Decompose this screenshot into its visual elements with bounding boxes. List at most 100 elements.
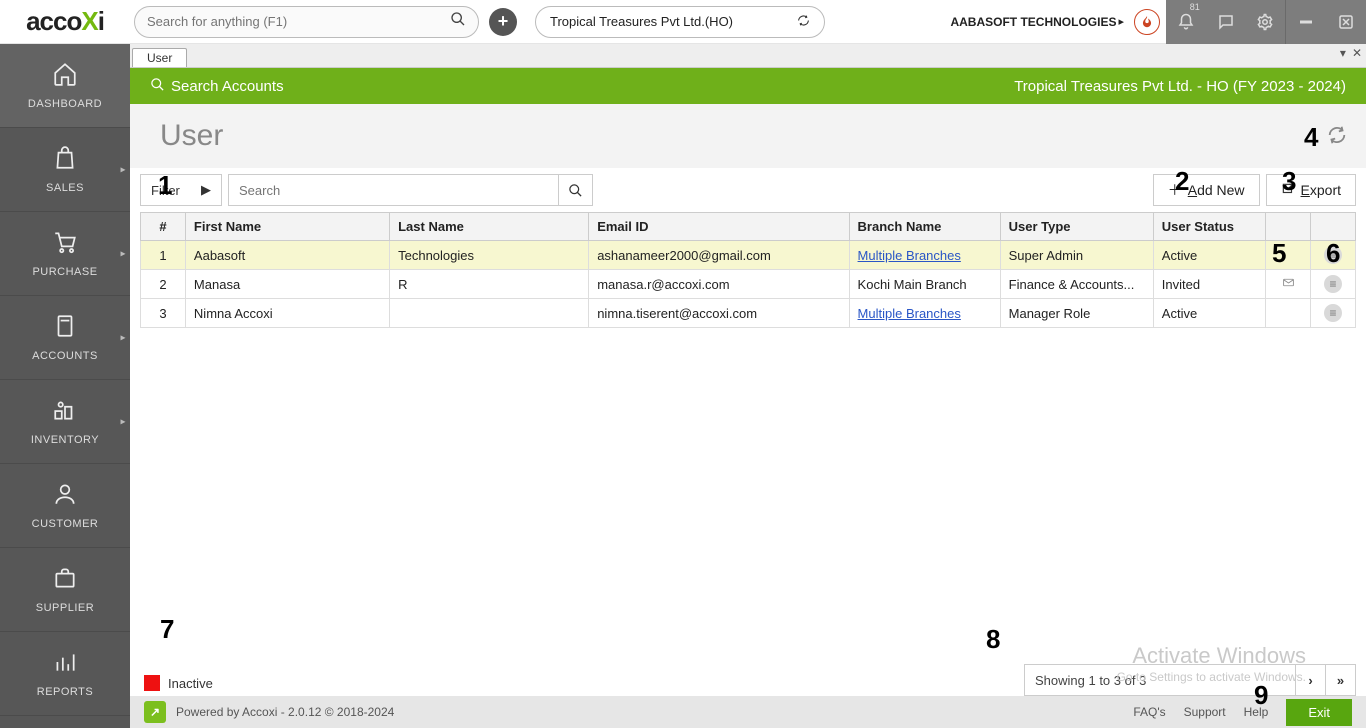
pager: Showing 1 to 3 of 3 › »: [1024, 664, 1356, 696]
branch-link[interactable]: Multiple Branches: [858, 248, 961, 263]
cell-status: Active: [1153, 241, 1265, 270]
cell-mail: [1266, 241, 1311, 270]
home-icon: [52, 61, 78, 94]
cell-index: 2: [141, 270, 186, 299]
filter-dropdown[interactable]: Filter ▶: [140, 174, 222, 206]
cell-mail: [1266, 270, 1311, 299]
statusbar: ↗ Powered by Accoxi - 2.0.12 © 2018-2024…: [130, 696, 1366, 728]
col-firstname[interactable]: First Name: [185, 213, 389, 241]
cell-index: 3: [141, 299, 186, 328]
help-link[interactable]: Help: [1244, 705, 1269, 719]
main-panel: User ▾ ✕ Search Accounts Tropical Treasu…: [130, 44, 1366, 728]
global-search-input[interactable]: [147, 14, 450, 29]
nav-customer[interactable]: CUSTOMER: [0, 464, 130, 548]
col-email[interactable]: Email ID: [589, 213, 849, 241]
table-search-input[interactable]: [229, 183, 558, 198]
context-label: Tropical Treasures Pvt Ltd. - HO (FY 202…: [1014, 78, 1346, 95]
nav-dashboard[interactable]: DASHBOARD: [0, 44, 130, 128]
tab-user[interactable]: User: [132, 48, 187, 67]
cell-status: Invited: [1153, 270, 1265, 299]
legend-label: Inactive: [168, 676, 213, 691]
page-title: User: [160, 119, 223, 153]
exit-button[interactable]: Exit: [1286, 699, 1352, 726]
brand-badge-icon: ↗: [144, 701, 166, 723]
pager-next-button[interactable]: ›: [1295, 665, 1325, 695]
faqs-link[interactable]: FAQ's: [1133, 705, 1165, 719]
search-icon[interactable]: [450, 11, 466, 32]
company-selector[interactable]: Tropical Treasures Pvt Ltd.(HO): [535, 6, 825, 38]
global-search[interactable]: [134, 6, 479, 38]
cell-mail: [1266, 299, 1311, 328]
pager-last-button[interactable]: »: [1325, 665, 1355, 695]
inventory-icon: [52, 397, 78, 430]
cell-status: Active: [1153, 299, 1265, 328]
table-row[interactable]: 3Nimna Accoxinimna.tiserent@accoxi.comMu…: [141, 299, 1356, 328]
cart-icon: [52, 229, 78, 262]
add-new-button[interactable]: ＋ Add New: [1153, 174, 1260, 206]
cell-usertype: Manager Role: [1000, 299, 1153, 328]
cell-actions: ≡: [1311, 241, 1356, 270]
chevron-right-icon: ▸: [120, 332, 126, 343]
row-menu-icon[interactable]: ≡: [1324, 275, 1342, 293]
export-icon: [1281, 182, 1295, 199]
bag-icon: [52, 145, 78, 178]
tab-dropdown-icon[interactable]: ▾: [1340, 46, 1346, 60]
cell-lastname: [390, 299, 589, 328]
branch-link[interactable]: Multiple Branches: [858, 306, 961, 321]
branch-label[interactable]: AABASOFT TECHNOLOGIES: [950, 15, 1116, 29]
users-table: # First Name Last Name Email ID Branch N…: [140, 212, 1356, 328]
cell-branch: Multiple Branches: [849, 241, 1000, 270]
calculator-icon: [52, 313, 78, 346]
topbar: accoXi + Tropical Treasures Pvt Ltd.(HO)…: [0, 0, 1366, 44]
plus-icon: ＋: [1168, 180, 1182, 200]
nav-reports[interactable]: REPORTS: [0, 632, 130, 716]
search-icon[interactable]: [150, 77, 165, 96]
cell-branch: Kochi Main Branch: [849, 270, 1000, 299]
notification-badge: 81: [1190, 2, 1200, 12]
nav-accounts[interactable]: ACCOUNTS▸: [0, 296, 130, 380]
table-search[interactable]: [228, 174, 593, 206]
search-icon[interactable]: [558, 174, 592, 206]
close-window-icon[interactable]: [1326, 0, 1366, 44]
chat-icon[interactable]: [1206, 0, 1246, 44]
quick-add-button[interactable]: +: [489, 8, 517, 36]
export-button[interactable]: Export: [1266, 174, 1356, 206]
cell-usertype: Super Admin: [1000, 241, 1153, 270]
powered-by: Powered by Accoxi - 2.0.12 © 2018-2024: [176, 705, 394, 719]
chart-icon: [52, 649, 78, 682]
col-status[interactable]: User Status: [1153, 213, 1265, 241]
nav-purchase[interactable]: PURCHASE▸: [0, 212, 130, 296]
notifications-icon[interactable]: 81: [1166, 0, 1206, 44]
chevron-right-icon: ▸: [120, 416, 126, 427]
col-lastname[interactable]: Last Name: [390, 213, 589, 241]
tabstrip: User ▾ ✕: [130, 44, 1366, 68]
cell-lastname: Technologies: [390, 241, 589, 270]
search-accounts-link[interactable]: Search Accounts: [171, 78, 284, 95]
col-usertype[interactable]: User Type: [1000, 213, 1153, 241]
refresh-icon[interactable]: [1326, 124, 1348, 152]
col-branch[interactable]: Branch Name: [849, 213, 1000, 241]
nav-inventory[interactable]: INVENTORY▸: [0, 380, 130, 464]
toolbar: Filter ▶ ＋ Add New Export: [130, 168, 1366, 212]
nav-sales[interactable]: SALES▸: [0, 128, 130, 212]
support-link[interactable]: Support: [1184, 705, 1226, 719]
chevron-right-icon: ▸: [120, 164, 126, 175]
table-row[interactable]: 2ManasaRmanasa.r@accoxi.comKochi Main Br…: [141, 270, 1356, 299]
chevron-right-icon: ▸: [120, 248, 126, 259]
minimize-icon[interactable]: [1285, 0, 1326, 44]
mail-icon[interactable]: [1282, 277, 1295, 292]
cell-actions: ≡: [1311, 299, 1356, 328]
hot-icon[interactable]: [1134, 9, 1160, 35]
tab-close-icon[interactable]: ✕: [1352, 46, 1362, 60]
col-index[interactable]: #: [141, 213, 186, 241]
top-icon-tray: 81: [1166, 0, 1366, 44]
sync-icon[interactable]: [797, 14, 810, 30]
table-row[interactable]: 1AabasoftTechnologiesashanameer2000@gmai…: [141, 241, 1356, 270]
row-menu-icon[interactable]: ≡: [1324, 304, 1342, 322]
cell-usertype: Finance & Accounts...: [1000, 270, 1153, 299]
settings-icon[interactable]: [1246, 0, 1286, 44]
user-icon: [52, 481, 78, 514]
app-logo: accoXi: [0, 0, 130, 44]
row-menu-icon[interactable]: ≡: [1324, 246, 1342, 264]
nav-supplier[interactable]: SUPPLIER: [0, 548, 130, 632]
